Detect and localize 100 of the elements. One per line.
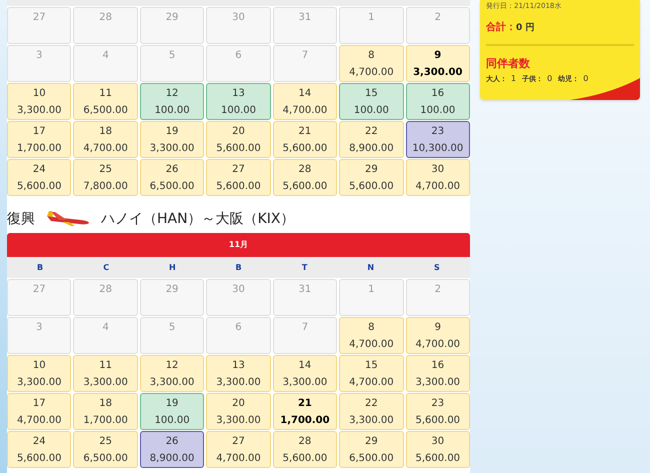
- calendar-day[interactable]: 17 4,700.00: [7, 393, 72, 430]
- price: 5,600.00: [416, 414, 460, 428]
- price: 4,700.00: [349, 338, 394, 352]
- calendar-day[interactable]: 18 1,700.00: [73, 393, 138, 430]
- day-number: 9: [434, 321, 441, 335]
- day-number: 7: [302, 321, 308, 335]
- calendar-day[interactable]: 16 3,300.00: [406, 355, 470, 392]
- calendar-day[interactable]: 11 3,300.00: [73, 355, 138, 392]
- calendar-day[interactable]: 17 1,700.00: [7, 121, 72, 158]
- calendar-day[interactable]: 20 3,300.00: [206, 393, 271, 430]
- price: 3,300.00: [150, 376, 194, 390]
- day-number: 3: [36, 49, 42, 63]
- day-number: 12: [166, 87, 178, 101]
- price: 6,500.00: [83, 104, 128, 118]
- calendar-day[interactable]: 27 5,600.00: [206, 159, 271, 196]
- month-header: 11月: [7, 233, 470, 257]
- calendar-day[interactable]: 13 3,300.00: [206, 355, 271, 392]
- day-number: 7: [302, 49, 308, 63]
- calendar-day[interactable]: 19 3,300.00: [140, 121, 204, 158]
- day-number: 28: [99, 283, 112, 297]
- price: 100.00: [220, 104, 256, 118]
- day-number: 23: [431, 397, 444, 411]
- calendar-day[interactable]: 15 4,700.00: [339, 355, 404, 392]
- price: 3,300.00: [413, 66, 462, 80]
- day-number: 29: [166, 11, 178, 25]
- calendar-day[interactable]: 28 5,600.00: [272, 431, 338, 468]
- day-number: 17: [32, 125, 46, 139]
- calendar-day[interactable]: 8 4,700.00: [339, 317, 404, 354]
- route-title: ハノイ（HAN）～大阪（KIX）: [101, 210, 294, 228]
- day-number: 26: [166, 435, 178, 449]
- calendar-day[interactable]: 12 100.00: [140, 83, 204, 120]
- price: 8,900.00: [150, 452, 194, 466]
- day-number: 29: [364, 435, 378, 449]
- calendar-day[interactable]: 10 3,300.00: [7, 83, 72, 120]
- day-number: 16: [431, 359, 444, 373]
- calendar-day[interactable]: 23 5,600.00: [406, 393, 470, 430]
- day-number: 21: [298, 397, 312, 411]
- calendar-day[interactable]: 26 8,900.00: [140, 431, 204, 468]
- calendar-day[interactable]: 13 100.00: [206, 83, 271, 120]
- day-number: 29: [166, 283, 178, 297]
- day-number: 25: [99, 163, 112, 177]
- day-number: 4: [102, 49, 109, 63]
- day-number: 30: [431, 163, 444, 177]
- day-number: 9: [434, 49, 442, 63]
- calendar-day[interactable]: 19 100.00: [140, 393, 204, 430]
- price: 6,500.00: [83, 452, 128, 466]
- price: 5,600.00: [16, 180, 62, 194]
- calendar-day[interactable]: 9 4,700.00: [406, 317, 470, 354]
- calendar-day[interactable]: 22 3,300.00: [339, 393, 404, 430]
- calendar-day[interactable]: 15 100.00: [339, 83, 404, 120]
- price: 3,300.00: [83, 376, 128, 390]
- calendar-day[interactable]: 10 3,300.00: [7, 355, 72, 392]
- day-number: 1: [368, 283, 375, 297]
- calendar-day[interactable]: 11 6,500.00: [73, 83, 138, 120]
- price: 1,700.00: [83, 414, 128, 428]
- calendar-day[interactable]: 18 4,700.00: [73, 121, 138, 158]
- calendar-day[interactable]: 20 5,600.00: [206, 121, 271, 158]
- weekday-label: B: [234, 262, 243, 274]
- calendar-day[interactable]: 24 5,600.00: [7, 159, 72, 196]
- calendar-day[interactable]: 16 100.00: [406, 83, 470, 120]
- calendar-day[interactable]: 26 6,500.00: [140, 159, 204, 196]
- calendar-day[interactable]: 27 4,700.00: [206, 431, 271, 468]
- calendar-day[interactable]: 29 5,600.00: [339, 159, 404, 196]
- price: 4,700.00: [416, 180, 460, 194]
- calendar-day[interactable]: 9 3,300.00: [406, 45, 470, 82]
- day-number: 13: [232, 87, 245, 101]
- calendar-day[interactable]: 12 3,300.00: [140, 355, 204, 392]
- calendar-day[interactable]: 28 5,600.00: [272, 159, 338, 196]
- calendar-day[interactable]: 21 5,600.00: [272, 121, 338, 158]
- day-number: 19: [166, 125, 178, 139]
- day-number: 4: [102, 321, 109, 335]
- day-number: 22: [364, 125, 378, 139]
- calendar-day[interactable]: 30 5,600.00: [406, 431, 470, 468]
- day-number: 23: [431, 125, 444, 139]
- weekday-label: N: [366, 262, 376, 274]
- calendar-day[interactable]: 25 7,800.00: [73, 159, 138, 196]
- price: 3,300.00: [16, 376, 62, 390]
- calendar-day[interactable]: 30 4,700.00: [406, 159, 470, 196]
- day-number: 11: [99, 359, 112, 373]
- day-number: 28: [99, 11, 112, 25]
- calendar-day[interactable]: 29 6,500.00: [339, 431, 404, 468]
- price: 4,700.00: [416, 338, 460, 352]
- price: 10,300.00: [412, 142, 464, 156]
- calendar-day[interactable]: 8 4,700.00: [339, 45, 404, 82]
- day-number: 22: [364, 397, 378, 411]
- calendar-day[interactable]: 25 6,500.00: [73, 431, 138, 468]
- price: 100.00: [354, 104, 389, 118]
- airplane-icon: [45, 211, 91, 227]
- price: 5,600.00: [282, 452, 328, 466]
- calendar-day[interactable]: 23 10,300.00: [406, 121, 470, 158]
- calendar-day[interactable]: 14 4,700.00: [272, 83, 338, 120]
- price: 3,300.00: [349, 414, 394, 428]
- calendar-day[interactable]: 22 8,900.00: [339, 121, 404, 158]
- calendar-day[interactable]: 14 3,300.00: [272, 355, 338, 392]
- day-number: 20: [232, 125, 245, 139]
- price: 5,600.00: [349, 180, 394, 194]
- calendar-day[interactable]: 21 1,700.00: [272, 393, 338, 430]
- price: 100.00: [154, 104, 190, 118]
- price: 5,600.00: [216, 142, 261, 156]
- calendar-day[interactable]: 24 5,600.00: [7, 431, 72, 468]
